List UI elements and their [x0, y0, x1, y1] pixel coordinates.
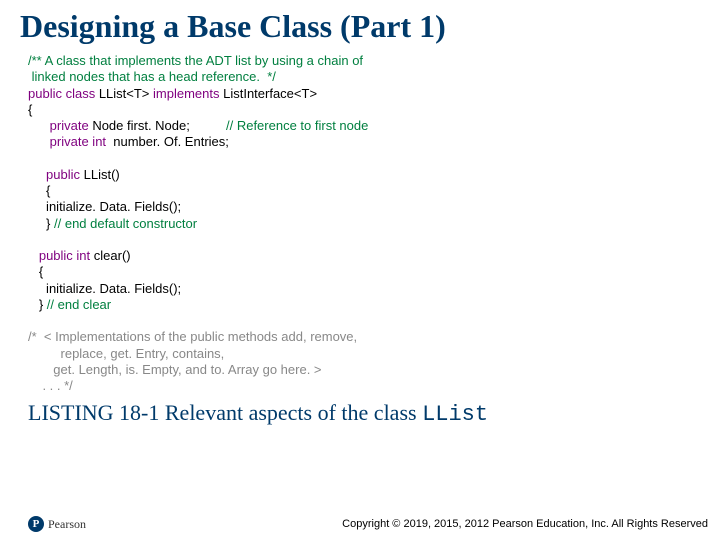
code-token: implements: [153, 86, 219, 101]
code-line: {: [28, 264, 43, 279]
code-line: [28, 313, 32, 328]
code-token: public class: [28, 86, 95, 101]
code-token: ListInterface<T>: [219, 86, 317, 101]
code-token: private int: [28, 134, 106, 149]
footer: P Pearson Copyright © 2019, 2015, 2012 P…: [28, 516, 708, 532]
code-token: }: [28, 216, 54, 231]
code-token: // end clear: [47, 297, 111, 312]
code-token: public: [28, 167, 80, 182]
code-line: [28, 151, 32, 166]
code-token: LList(): [80, 167, 120, 182]
listing-classname: LList: [422, 402, 488, 427]
code-token: LList<T>: [95, 86, 153, 101]
code-token: clear(): [90, 248, 130, 263]
code-line: /* < Implementations of the public metho…: [28, 329, 357, 344]
pearson-logo: P Pearson: [28, 516, 86, 532]
code-block: /** A class that implements the ADT list…: [0, 45, 720, 394]
code-line: [28, 232, 32, 247]
code-token: number. Of. Entries;: [106, 134, 229, 149]
code-token: public int: [28, 248, 90, 263]
code-line: initialize. Data. Fields();: [28, 281, 181, 296]
code-line: {: [28, 102, 32, 117]
code-token: // Reference to first node: [226, 118, 368, 133]
code-line: linked nodes that has a head reference. …: [28, 69, 276, 84]
code-token: Node first. Node;: [89, 118, 226, 133]
code-token: // end default constructor: [54, 216, 197, 231]
copyright-text: Copyright © 2019, 2015, 2012 Pearson Edu…: [342, 518, 708, 530]
listing-prefix: LISTING 18-1: [28, 400, 165, 425]
code-line: {: [28, 183, 50, 198]
code-line: initialize. Data. Fields();: [28, 199, 181, 214]
slide-title: Designing a Base Class (Part 1): [0, 0, 720, 45]
listing-caption: LISTING 18-1 Relevant aspects of the cla…: [0, 394, 720, 427]
code-line: . . . */: [28, 378, 73, 393]
code-token: }: [28, 297, 47, 312]
pearson-logo-text: Pearson: [48, 517, 86, 532]
listing-text: Relevant aspects of the class: [165, 400, 422, 425]
code-line: replace, get. Entry, contains,: [28, 346, 224, 361]
code-line: get. Length, is. Empty, and to. Array go…: [28, 362, 322, 377]
code-token: private: [28, 118, 89, 133]
code-line: /** A class that implements the ADT list…: [28, 53, 363, 68]
pearson-logo-icon: P: [28, 516, 44, 532]
